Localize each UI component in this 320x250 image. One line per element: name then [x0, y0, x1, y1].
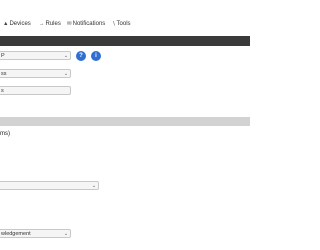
info-button[interactable]: i [91, 51, 101, 61]
chevron-down-icon: ⌄ [91, 182, 97, 189]
chevron-down-icon: ⌄ [63, 70, 69, 77]
help-button[interactable]: ? [76, 51, 86, 61]
rules-icon: → [39, 21, 45, 27]
nav-devices[interactable]: ▲ Devices [3, 20, 31, 28]
text-field-value: s [1, 87, 4, 94]
help-icon: ? [79, 53, 83, 59]
acknowledgement-select[interactable]: wledgement ⌄ [0, 229, 71, 238]
type-select-value: P [1, 52, 5, 59]
second-select[interactable]: ss ⌄ [0, 69, 71, 78]
chevron-down-icon: ⌄ [63, 230, 69, 237]
notifications-icon: ✉ [67, 21, 72, 27]
nav-rules-label: Rules [45, 21, 61, 27]
third-select[interactable]: ⌄ [0, 181, 99, 190]
nav-tools-label: Tools [116, 21, 131, 27]
top-navigation: ▲ Devices → Rules ✉ Notifications ∖ Tool… [0, 0, 250, 36]
second-select-value: ss [1, 70, 7, 77]
header-bar [0, 36, 250, 46]
nav-notifications-label: Notifications [72, 21, 106, 27]
devices-icon: ▲ [3, 21, 9, 27]
nav-tools[interactable]: ∖ Tools [112, 20, 131, 28]
chevron-down-icon: ⌄ [63, 52, 69, 59]
text-field[interactable]: s [0, 86, 71, 95]
acknowledgement-select-value: wledgement [1, 230, 31, 237]
section-text: ms) [0, 131, 10, 137]
section-header-bar [0, 117, 250, 126]
info-icon: i [95, 53, 97, 59]
nav-notifications[interactable]: ✉ Notifications [67, 20, 105, 28]
type-select[interactable]: P ⌄ [0, 51, 71, 60]
nav-devices-label: Devices [9, 21, 31, 27]
nav-rules[interactable]: → Rules [39, 20, 61, 28]
wrench-icon: ∖ [112, 21, 116, 27]
